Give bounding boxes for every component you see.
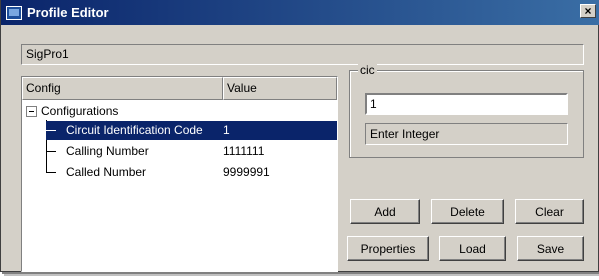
tree-branch-icon <box>46 142 62 161</box>
save-button[interactable]: Save <box>517 236 584 261</box>
delete-button[interactable]: Delete <box>431 199 504 224</box>
cic-group-label: cic <box>358 63 377 77</box>
tree-root-label: Configurations <box>41 104 119 118</box>
tree-branch-icon <box>46 163 62 182</box>
tree-branch-icon <box>46 121 62 140</box>
tree-item-value: 1 <box>223 123 230 137</box>
column-header-config[interactable]: Config <box>22 77 223 100</box>
tree-item-called-number[interactable]: Called Number 9999991 <box>46 163 337 182</box>
config-tree[interactable]: Config Value Configurations Circuit Iden… <box>21 76 338 272</box>
profile-name-field[interactable]: SigPro1 <box>21 44 584 65</box>
tree-item-circuit-identification-code[interactable]: Circuit Identification Code 1 <box>46 121 337 140</box>
title-bar[interactable]: Profile Editor × <box>1 0 599 25</box>
tree-item-calling-number[interactable]: Calling Number 1111111 <box>46 142 337 161</box>
add-button[interactable]: Add <box>350 199 420 224</box>
tree-item-name: Calling Number <box>66 144 149 158</box>
cic-group-box: cic Enter Integer <box>349 63 584 158</box>
tree-root-configurations[interactable]: Configurations <box>26 102 118 121</box>
tree-item-name: Called Number <box>66 165 147 179</box>
column-header-value[interactable]: Value <box>223 77 337 100</box>
load-button[interactable]: Load <box>439 236 506 261</box>
input-hint: Enter Integer <box>365 123 568 145</box>
tree-item-value: 1111111 <box>223 144 265 158</box>
cic-value-input[interactable] <box>365 93 568 115</box>
properties-button[interactable]: Properties <box>347 236 429 261</box>
tree-item-value: 9999991 <box>223 165 270 179</box>
collapse-icon[interactable] <box>26 106 37 117</box>
profile-editor-window: Profile Editor × SigPro1 Config Value Co… <box>0 0 599 272</box>
clear-button[interactable]: Clear <box>515 199 584 224</box>
tree-header: Config Value <box>22 77 337 100</box>
window-title: Profile Editor <box>27 5 109 20</box>
app-icon <box>6 5 22 20</box>
close-button[interactable]: × <box>580 4 596 18</box>
tree-item-name: Circuit Identification Code <box>66 123 203 137</box>
